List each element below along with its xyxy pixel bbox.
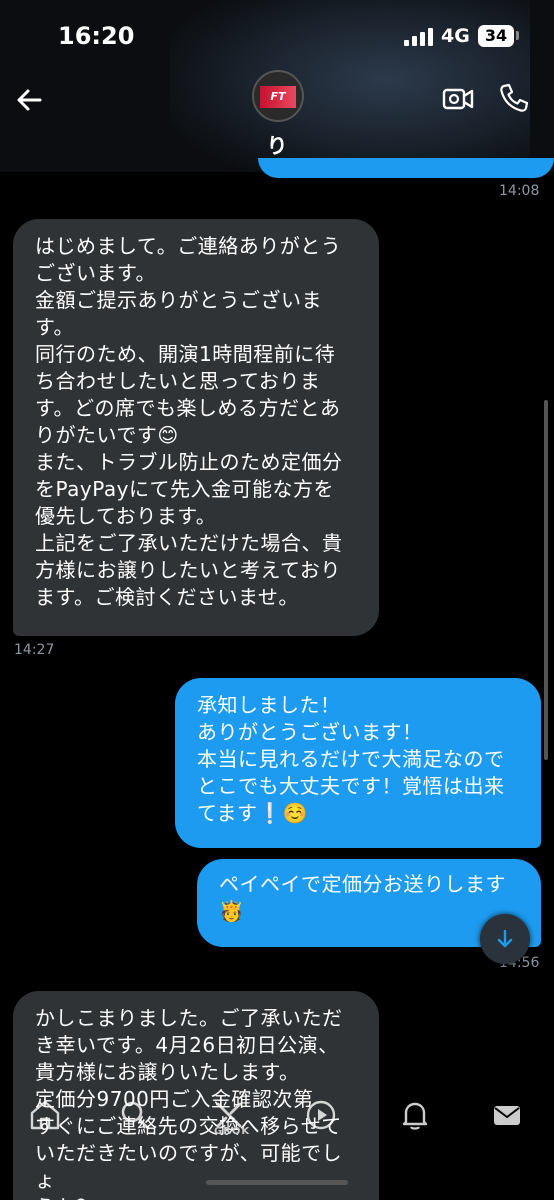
avatar-logo: FT bbox=[260, 86, 296, 108]
contact-name[interactable]: り bbox=[0, 130, 554, 160]
back-button[interactable] bbox=[12, 82, 48, 118]
nav-home[interactable] bbox=[28, 1098, 68, 1138]
home-indicator bbox=[206, 1180, 348, 1185]
voice-call-button[interactable] bbox=[498, 82, 530, 114]
message-timestamp: 14:27 bbox=[14, 642, 55, 658]
message-timestamp: 14:08 bbox=[499, 183, 540, 199]
phone-icon bbox=[500, 83, 529, 112]
dm-conversation-screen: 16:20 4G 34 FT り 14:08 はじめまして。ご連絡ありがとう ご… bbox=[0, 0, 554, 1200]
outgoing-message-bubble[interactable]: 承知しました！ ありがとうございます！ 本当に見れるだけで大満足なので とこでも… bbox=[175, 678, 541, 848]
scrollbar[interactable] bbox=[544, 400, 548, 760]
nav-video[interactable] bbox=[304, 1098, 344, 1138]
back-arrow-icon bbox=[17, 89, 42, 111]
search-icon bbox=[121, 1101, 150, 1130]
nav-messages[interactable] bbox=[490, 1098, 530, 1138]
bell-icon bbox=[402, 1102, 428, 1130]
battery-icon: 34 bbox=[478, 25, 514, 47]
video-camera-icon bbox=[442, 88, 474, 110]
home-icon bbox=[30, 1100, 60, 1130]
battery-tip bbox=[516, 31, 519, 40]
scroll-to-bottom-button[interactable] bbox=[480, 914, 530, 964]
status-time: 16:20 bbox=[58, 22, 135, 50]
status-bar: 16:20 4G 34 bbox=[0, 0, 554, 70]
incoming-message-bubble[interactable]: はじめまして。ご連絡ありがとう ございます。 金額ご提示ありがとうございま す。… bbox=[13, 219, 379, 636]
bottom-navigation: GROK bbox=[0, 1084, 554, 1154]
network-type: 4G bbox=[441, 25, 470, 47]
avatar[interactable]: FT bbox=[252, 70, 304, 122]
video-call-button[interactable] bbox=[442, 84, 474, 114]
video-play-icon bbox=[306, 1100, 336, 1130]
nav-notifications[interactable] bbox=[398, 1098, 438, 1138]
signal-icon bbox=[404, 28, 434, 46]
grok-label: GROK bbox=[214, 1126, 251, 1137]
arrow-down-icon bbox=[497, 929, 513, 948]
mail-icon bbox=[494, 1106, 520, 1125]
nav-search[interactable] bbox=[118, 1098, 158, 1138]
conversation-header: FT り bbox=[0, 70, 554, 170]
